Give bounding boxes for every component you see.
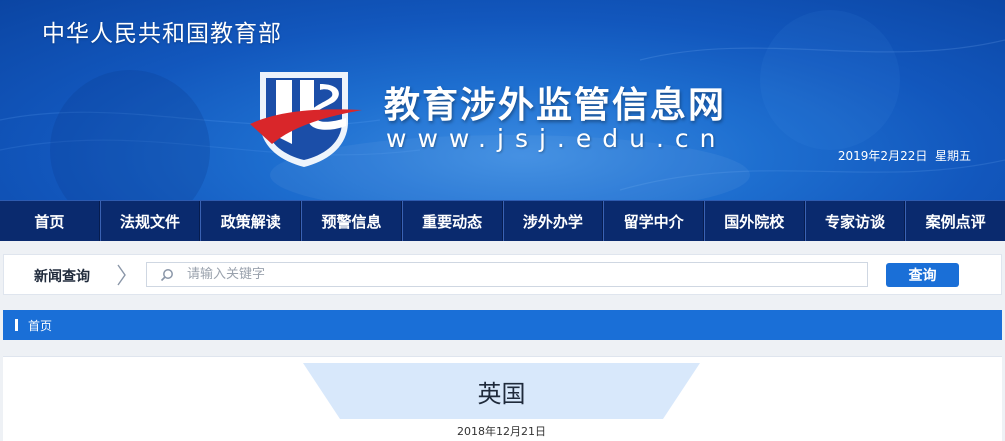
nav-item-warnings[interactable]: 预警信息 <box>301 201 402 241</box>
nav-item-overseas-institutions[interactable]: 国外院校 <box>703 201 805 241</box>
current-date: 2019年2月22日 星期五 <box>838 147 971 164</box>
nav-item-news[interactable]: 重要动态 <box>401 201 503 241</box>
search-input[interactable] <box>187 263 867 286</box>
nav-item-foreign-schools[interactable]: 涉外办学 <box>502 201 604 241</box>
nav-item-home[interactable]: 首页 <box>0 201 100 241</box>
weekday-text: 星期五 <box>934 149 971 163</box>
date-text: 2019年2月22日 <box>837 149 928 163</box>
ministry-name[interactable]: 中华人民共和国教育部 <box>42 14 282 48</box>
nav-item-policy[interactable]: 政策解读 <box>200 201 302 241</box>
news-search-bar: 新闻查询 查询 <box>3 254 1002 295</box>
search-box <box>146 262 868 287</box>
nav-item-agencies[interactable]: 留学中介 <box>603 201 704 241</box>
nav-item-case-reviews[interactable]: 案例点评 <box>905 201 1005 241</box>
breadcrumb-home-link[interactable]: 首页 <box>28 317 52 334</box>
search-icon <box>147 263 187 286</box>
search-button[interactable]: 查询 <box>886 263 959 287</box>
main-nav: 首页 法规文件 政策解读 预警信息 重要动态 涉外办学 留学中介 国外院校 专家… <box>0 200 1005 241</box>
site-title[interactable]: 教育涉外监管信息网 <box>384 76 726 128</box>
chevron-right-icon <box>117 264 126 286</box>
breadcrumb-marker <box>15 319 18 331</box>
article-date: 2018年12月21日 <box>457 425 546 438</box>
article-panel: 英国 2018年12月21日 <box>3 356 1002 441</box>
search-label: 新闻查询 <box>34 269 90 285</box>
jsj-shield-logo-icon[interactable] <box>250 66 362 170</box>
nav-item-interviews[interactable]: 专家访谈 <box>804 201 906 241</box>
article-title: 英国 <box>477 380 526 408</box>
nav-item-regulations[interactable]: 法规文件 <box>99 201 201 241</box>
header-banner: 中华人民共和国教育部 教育涉外监管信息网 www.jsj.edu.cn 2019… <box>0 0 1005 200</box>
breadcrumb: 首页 <box>3 310 1002 340</box>
site-url: www.jsj.edu.cn <box>386 124 727 153</box>
